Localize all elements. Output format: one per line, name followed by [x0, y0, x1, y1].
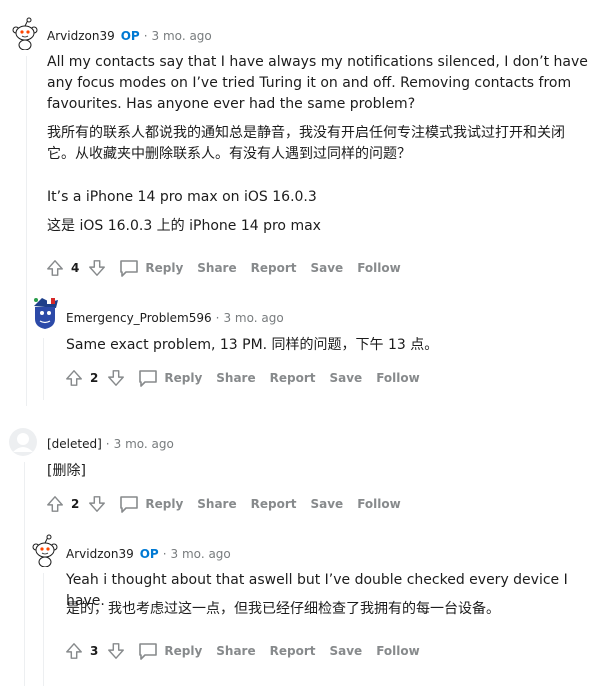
share-button[interactable]: Share — [216, 644, 255, 658]
report-button[interactable]: Report — [270, 644, 316, 658]
separator: · — [143, 29, 148, 43]
reply-button[interactable]: Reply — [119, 259, 183, 277]
follow-button[interactable]: Follow — [357, 497, 401, 511]
author-link[interactable]: Emergency_Problem596 — [66, 311, 212, 325]
author-link[interactable]: Arvidzon39 — [66, 547, 134, 561]
vote-score: 2 — [71, 497, 80, 511]
thread-line[interactable] — [24, 462, 25, 686]
downvote-arrow-icon — [89, 496, 106, 512]
downvote-button[interactable] — [85, 492, 109, 516]
downvote-arrow-icon — [108, 643, 125, 659]
reply-button[interactable]: Reply — [138, 369, 202, 387]
comment-actions: 2 Reply Share Report Save Follow — [43, 492, 401, 516]
reply-button[interactable]: Reply — [119, 495, 183, 513]
comment-text: Same exact problem, 13 PM. 同样的问题，下午 13 点… — [66, 337, 439, 353]
reply-label: Reply — [145, 497, 184, 511]
reply-label: Reply — [145, 261, 184, 275]
follow-button[interactable]: Follow — [376, 644, 420, 658]
avatar[interactable] — [8, 16, 42, 51]
share-button[interactable]: Share — [216, 371, 255, 385]
snoo-avatar-icon — [34, 298, 58, 329]
avatar[interactable] — [28, 533, 62, 568]
upvote-arrow-icon — [47, 260, 63, 276]
save-button[interactable]: Save — [310, 497, 343, 511]
comment-text: 我所有的联系人都说我的通知总是静音，我没有开启任何专注模式我试过打开和关闭它。从… — [47, 125, 565, 162]
thread-line[interactable] — [43, 338, 44, 400]
timestamp[interactable]: 3 mo. ago — [152, 29, 212, 43]
op-badge: OP — [139, 547, 159, 561]
author-link[interactable]: Arvidzon39 — [47, 29, 115, 43]
comment-meta: Arvidzon39 OP · 3 mo. ago — [66, 546, 231, 562]
comment-actions: 2 Reply Share Report Save Follow — [62, 366, 420, 390]
save-button[interactable]: Save — [329, 644, 362, 658]
upvote-button[interactable] — [62, 639, 86, 663]
timestamp[interactable]: 3 mo. ago — [114, 437, 174, 451]
vote-score: 2 — [90, 371, 99, 385]
save-button[interactable]: Save — [329, 371, 362, 385]
author-label: [deleted] — [47, 437, 102, 451]
comment-bubble-icon — [120, 260, 139, 277]
upvote-button[interactable] — [43, 256, 67, 280]
timestamp[interactable]: 3 mo. ago — [223, 311, 283, 325]
avatar[interactable] — [28, 296, 62, 330]
thread-line[interactable] — [26, 56, 27, 406]
comment-meta: Emergency_Problem596 · 3 mo. ago — [66, 310, 284, 326]
deleted-user-icon — [9, 428, 37, 456]
vote-score: 4 — [71, 261, 80, 275]
report-button[interactable]: Report — [251, 261, 297, 275]
reply-label: Reply — [164, 371, 203, 385]
reply-button[interactable]: Reply — [138, 642, 202, 660]
upvote-arrow-icon — [47, 496, 63, 512]
timestamp[interactable]: 3 mo. ago — [171, 547, 231, 561]
comment-text: [删除] — [47, 463, 86, 479]
comment-actions: 4 Reply Share Report Save Follow — [43, 256, 401, 280]
thread-line[interactable] — [43, 573, 44, 686]
op-badge: OP — [120, 29, 140, 43]
avatar[interactable] — [8, 427, 42, 461]
comment-actions: 3 Reply Share Report Save Follow — [62, 639, 420, 663]
downvote-button[interactable] — [104, 366, 128, 390]
downvote-button[interactable] — [85, 256, 109, 280]
share-button[interactable]: Share — [197, 261, 236, 275]
downvote-arrow-icon — [108, 370, 125, 386]
separator: · — [162, 547, 167, 561]
snoo-avatar-icon — [12, 17, 38, 51]
comment-bubble-icon — [139, 370, 158, 387]
separator: · — [215, 311, 220, 325]
comment-text: All my contacts say that I have always m… — [47, 54, 588, 112]
upvote-arrow-icon — [66, 370, 82, 386]
comment-text: It’s a iPhone 14 pro max on iOS 16.0.3 — [47, 189, 317, 205]
comment-text: 这是 iOS 16.0.3 上的 iPhone 14 pro max — [47, 218, 321, 234]
vote-score: 3 — [90, 644, 99, 658]
share-button[interactable]: Share — [197, 497, 236, 511]
comment-bubble-icon — [120, 496, 139, 513]
upvote-arrow-icon — [66, 643, 82, 659]
snoo-avatar-icon — [32, 534, 58, 568]
follow-button[interactable]: Follow — [357, 261, 401, 275]
separator: · — [105, 437, 110, 451]
downvote-arrow-icon — [89, 260, 106, 276]
reply-label: Reply — [164, 644, 203, 658]
comment-bubble-icon — [139, 643, 158, 660]
upvote-button[interactable] — [62, 366, 86, 390]
comment-meta: [deleted] · 3 mo. ago — [47, 436, 174, 452]
upvote-button[interactable] — [43, 492, 67, 516]
comment-text: 是的，我也考虑过这一点，但我已经仔细检查了我拥有的每一台设备。 — [66, 601, 500, 617]
report-button[interactable]: Report — [251, 497, 297, 511]
comment-meta: Arvidzon39 OP · 3 mo. ago — [47, 28, 212, 44]
report-button[interactable]: Report — [270, 371, 316, 385]
save-button[interactable]: Save — [310, 261, 343, 275]
downvote-button[interactable] — [104, 639, 128, 663]
follow-button[interactable]: Follow — [376, 371, 420, 385]
